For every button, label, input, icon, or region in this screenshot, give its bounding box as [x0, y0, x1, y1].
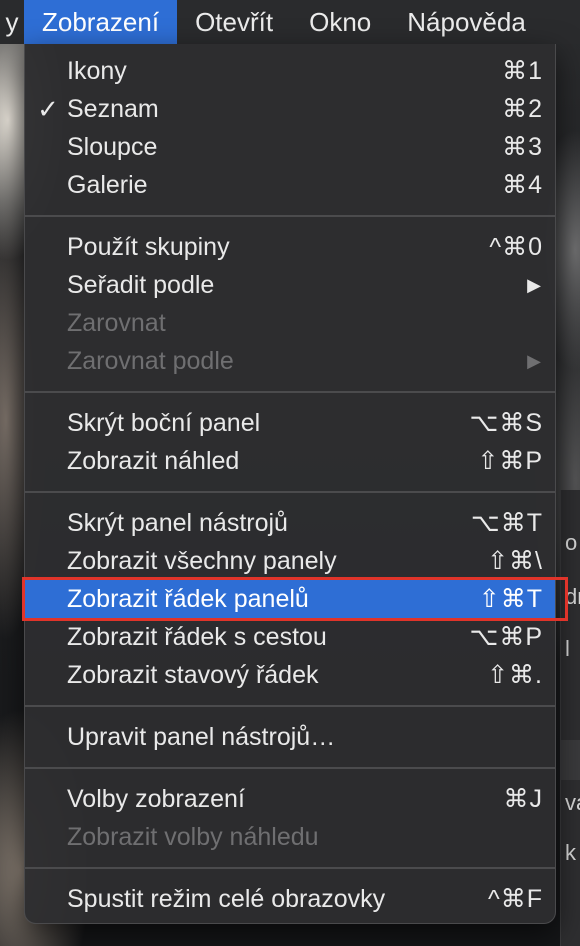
menu-item-pouzit-skupiny[interactable]: Použít skupiny ^⌘0	[25, 228, 555, 266]
menu-item-label: Zobrazit stavový řádek	[67, 660, 319, 689]
menu-item-shortcut: ⌘3	[502, 133, 543, 161]
menubar-item-okno[interactable]: Okno	[291, 0, 389, 44]
menu-item-shortcut: ⌥⌘T	[470, 509, 543, 537]
view-dropdown-menu: Ikony ⌘1 ✓ Seznam ⌘2 Sloupce ⌘3 Galerie ⌘4 Použít…	[22, 44, 568, 924]
menu-bar: y Zobrazení Otevřít Okno Nápověda	[0, 0, 580, 44]
menu-item-label: Spustit režim celé obrazovky	[67, 884, 386, 913]
menubar-item-napoveda[interactable]: Nápověda	[389, 0, 544, 44]
menu-item-label: Skrýt panel nástrojů	[67, 508, 288, 537]
menu-item-zobrazit-volby-nahledu: Zobrazit volby náhledu	[25, 818, 555, 856]
menu-item-shortcut: ⇧⌘.	[487, 661, 543, 689]
menu-separator	[25, 204, 555, 228]
menu-item-zobrazit-vsechny-panely[interactable]: Zobrazit všechny panely ⇧⌘\	[25, 542, 555, 580]
checkmark-icon: ✓	[37, 93, 59, 124]
menu-item-upravit-panel-nastroju[interactable]: Upravit panel nástrojů…	[25, 718, 555, 756]
menu-item-zobrazit-radek-s-cestou[interactable]: Zobrazit řádek s cestou ⌥⌘P	[25, 618, 555, 656]
menu-item-label: Použít skupiny	[67, 232, 230, 261]
menu-item-label: Zobrazit řádek s cestou	[67, 622, 327, 651]
menu-item-sloupce[interactable]: Sloupce ⌘3	[25, 128, 555, 166]
submenu-arrow-icon: ▶	[527, 274, 541, 295]
finder-fragment: va	[565, 790, 580, 815]
finder-fragment: k	[565, 840, 576, 865]
menu-item-label: Seřadit podle	[67, 270, 215, 299]
menu-item-skryt-bocni-panel[interactable]: Skrýt boční panel ⌥⌘S	[25, 404, 555, 442]
menu-item-shortcut: ⌘J	[503, 785, 543, 813]
menu-item-shortcut: ⇧⌘T	[478, 585, 543, 613]
menu-item-label: Zobrazit náhled	[67, 446, 240, 475]
menu-item-label: Skrýt boční panel	[67, 408, 261, 437]
finder-fragment: o	[565, 530, 578, 555]
menubar-item-partial[interactable]: y	[0, 0, 24, 44]
menu-item-shortcut: ⌘2	[502, 95, 543, 123]
finder-fragment: l	[565, 636, 570, 661]
menu-separator	[25, 756, 555, 780]
menu-item-zarovnat-podle: Zarovnat podle ▶	[25, 342, 555, 380]
menu-item-zobrazit-nahled[interactable]: Zobrazit náhled ⇧⌘P	[25, 442, 555, 480]
menu-item-zarovnat: Zarovnat	[25, 304, 555, 342]
menu-item-shortcut: ⌘4	[502, 171, 543, 199]
menu-item-skryt-panel-nastroju[interactable]: Skrýt panel nástrojů ⌥⌘T	[25, 504, 555, 542]
menu-item-galerie[interactable]: Galerie ⌘4	[25, 166, 555, 204]
menu-item-label: Volby zobrazení	[67, 784, 245, 813]
finder-row-strip	[561, 740, 580, 780]
menu-item-zobrazit-radek-panelu[interactable]: Zobrazit řádek panelů ⇧⌘T	[22, 577, 568, 621]
menu-item-shortcut: ^⌘F	[487, 885, 543, 913]
finder-window-edge: o dr l va k	[560, 490, 580, 946]
menu-item-shortcut: ⇧⌘P	[477, 447, 543, 475]
menu-item-spustit-rezim-cele-obrazovky[interactable]: Spustit režim celé obrazovky ^⌘F	[25, 880, 555, 918]
menu-item-label: Sloupce	[67, 132, 158, 161]
menu-separator	[25, 694, 555, 718]
menubar-item-otevrit[interactable]: Otevřít	[177, 0, 291, 44]
menu-item-label: Seznam	[67, 94, 159, 123]
menu-item-shortcut: ⇧⌘\	[487, 547, 543, 575]
menu-item-shortcut: ^⌘0	[489, 233, 543, 261]
menu-item-label: Zobrazit řádek panelů	[67, 584, 309, 613]
finder-fragment: dr	[565, 584, 580, 609]
menu-item-shortcut: ⌥⌘S	[469, 409, 543, 437]
menu-item-label: Galerie	[67, 170, 148, 199]
menu-item-label: Ikony	[67, 56, 127, 85]
menu-item-zobrazit-stavovy-radek[interactable]: Zobrazit stavový řádek ⇧⌘.	[25, 656, 555, 694]
menu-item-label: Zarovnat	[67, 308, 166, 337]
menu-item-label: Zarovnat podle	[67, 346, 234, 375]
menu-item-seradit-podle[interactable]: Seřadit podle ▶	[25, 266, 555, 304]
menu-separator	[25, 480, 555, 504]
menu-separator	[25, 380, 555, 404]
submenu-arrow-icon: ▶	[527, 350, 541, 371]
menu-separator	[25, 856, 555, 880]
menu-item-shortcut: ⌘1	[502, 57, 543, 85]
menubar-item-zobrazeni[interactable]: Zobrazení	[24, 0, 178, 44]
menu-item-label: Zobrazit všechny panely	[67, 546, 337, 575]
menu-item-label: Upravit panel nástrojů…	[67, 722, 336, 751]
menu-item-ikony[interactable]: Ikony ⌘1	[25, 52, 555, 90]
menu-item-shortcut: ⌥⌘P	[469, 623, 543, 651]
menu-item-seznam[interactable]: ✓ Seznam ⌘2	[25, 90, 555, 128]
menu-item-label: Zobrazit volby náhledu	[67, 822, 319, 851]
menu-item-volby-zobrazeni[interactable]: Volby zobrazení ⌘J	[25, 780, 555, 818]
